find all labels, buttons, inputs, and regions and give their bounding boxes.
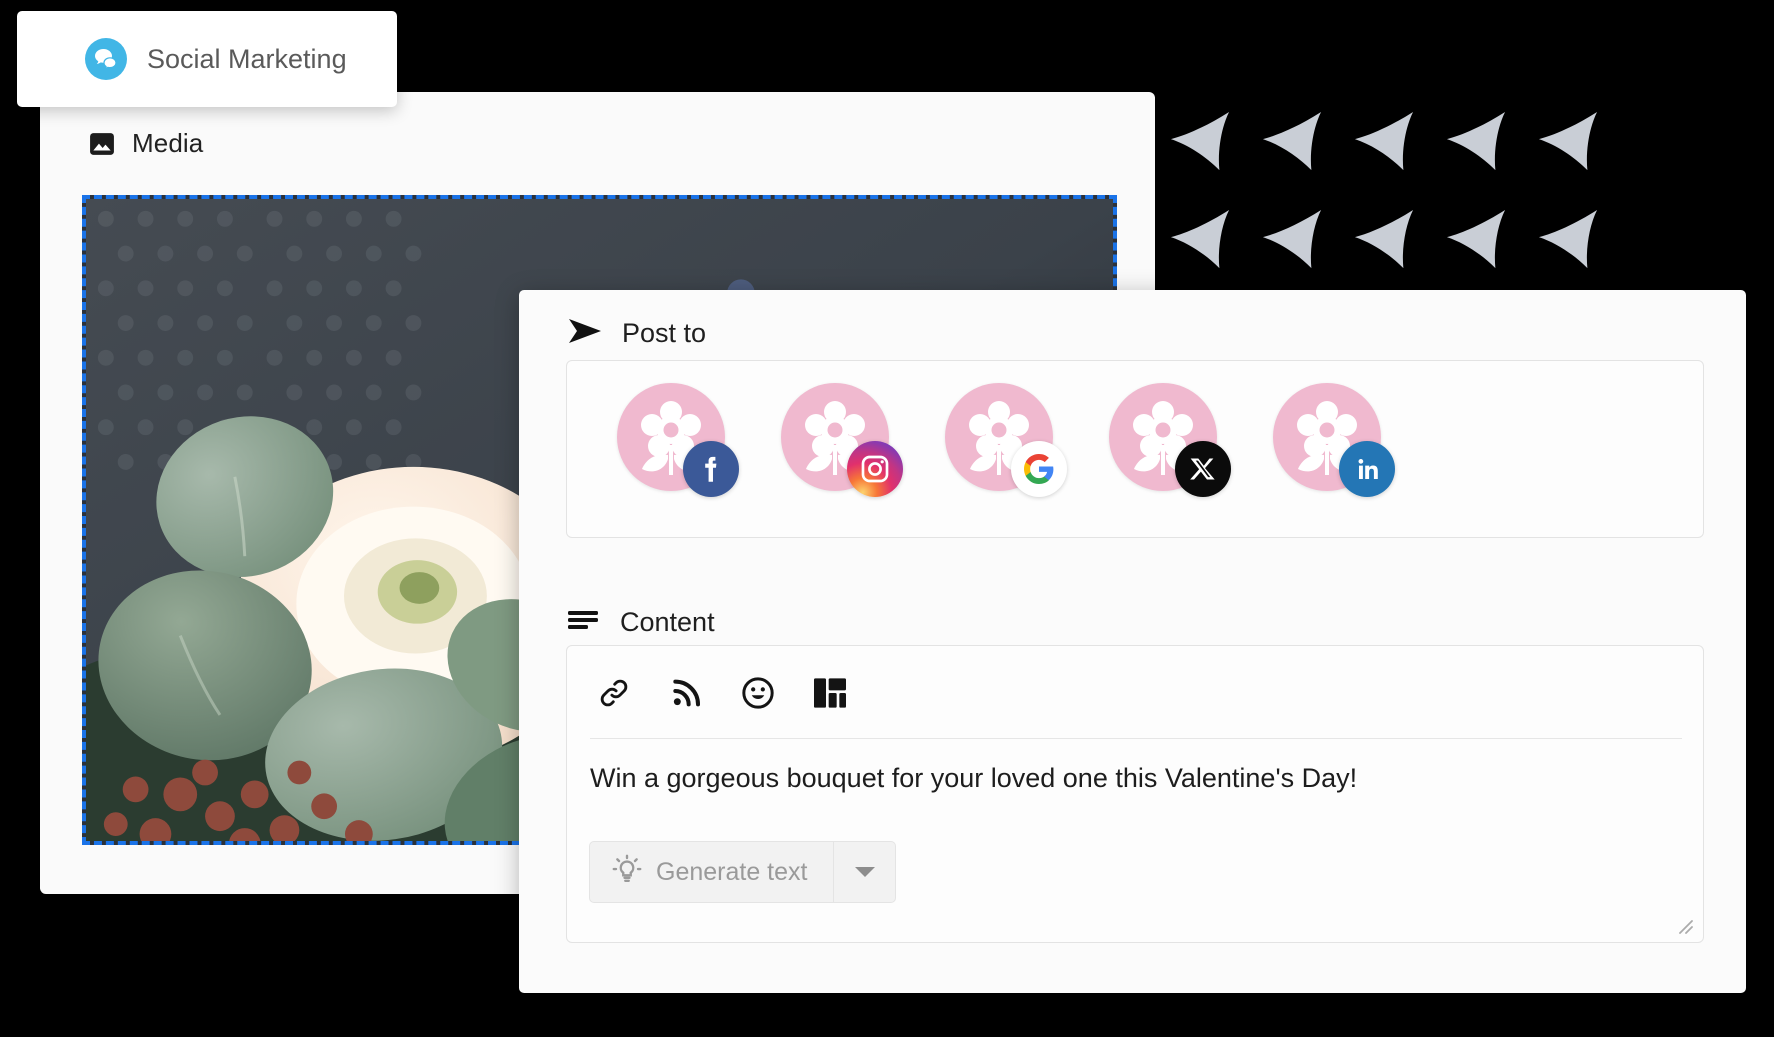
google-account[interactable] (945, 383, 1067, 497)
image-icon (89, 131, 115, 157)
text-lines-icon (568, 610, 600, 635)
social-marketing-chip[interactable]: Social Marketing (17, 11, 397, 107)
cursor-arrow-icon (1168, 208, 1232, 270)
post-to-label: Post to (622, 318, 707, 348)
cursor-arrow-icon (1444, 110, 1508, 172)
generate-text-button[interactable]: Generate text (589, 841, 835, 903)
chevron-down-icon (854, 867, 875, 877)
layout-grid-icon[interactable] (810, 673, 850, 713)
generate-text-group: Generate text (589, 841, 897, 903)
toolbar-divider (590, 738, 1682, 739)
cursor-arrow-icon (1352, 110, 1416, 172)
facebook-icon (683, 441, 739, 497)
x-account[interactable] (1109, 383, 1231, 497)
editor-toolbar (567, 646, 1703, 718)
cursor-arrow-icon (1260, 110, 1324, 172)
decorative-arrow-grid (1168, 110, 1668, 280)
chat-bubble-icon (85, 38, 127, 80)
cursor-arrow-icon (1168, 110, 1232, 172)
cursor-arrow-icon (1536, 208, 1600, 270)
linkedin-icon (1339, 441, 1395, 497)
post-text[interactable]: Win a gorgeous bouquet for your loved on… (590, 761, 1680, 796)
cursor-arrow-icon (1444, 208, 1508, 270)
instagram-account[interactable] (781, 383, 903, 497)
post-composer-panel: Post to Content Win a gorgeous bouquet f… (519, 290, 1746, 993)
content-editor[interactable]: Win a gorgeous bouquet for your loved on… (566, 645, 1704, 943)
resize-grip-icon[interactable] (1674, 915, 1694, 935)
google-icon (1011, 441, 1067, 497)
emoji-smile-icon[interactable] (738, 673, 778, 713)
cursor-arrow-icon (1536, 110, 1600, 172)
rss-icon[interactable] (666, 673, 706, 713)
send-arrow-icon (568, 318, 602, 349)
social-marketing-label: Social Marketing (147, 43, 347, 74)
accounts-row (567, 361, 1703, 497)
lightbulb-icon (612, 854, 642, 891)
generate-text-dropdown[interactable] (834, 841, 897, 903)
content-label: Content (620, 607, 715, 637)
facebook-account[interactable] (617, 383, 739, 497)
media-section-label: Media (132, 128, 204, 158)
content-header: Content (568, 607, 715, 638)
screen: Media Social Marketing Post to Content W… (0, 0, 1774, 1037)
cursor-arrow-icon (1260, 208, 1324, 270)
generate-text-label: Generate text (656, 857, 808, 886)
post-to-header: Post to (568, 318, 706, 349)
instagram-icon (847, 441, 903, 497)
accounts-selector (566, 360, 1704, 538)
linkedin-account[interactable] (1273, 383, 1395, 497)
cursor-arrow-icon (1352, 208, 1416, 270)
link-icon[interactable] (594, 673, 634, 713)
x-twitter-icon (1175, 441, 1231, 497)
